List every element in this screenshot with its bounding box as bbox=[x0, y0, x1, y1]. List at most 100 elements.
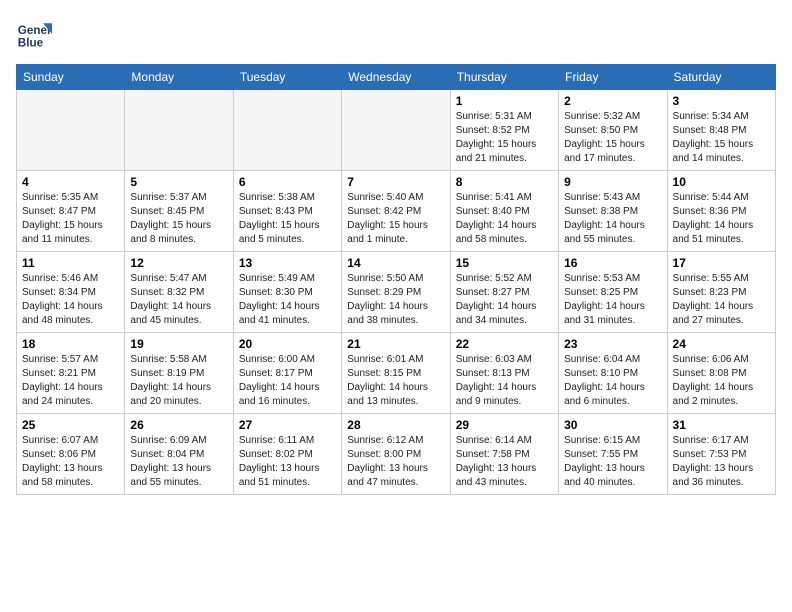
day-number: 4 bbox=[22, 175, 119, 189]
calendar-day-cell: 5 Sunrise: 5:37 AM Sunset: 8:45 PM Daylig… bbox=[125, 171, 233, 252]
calendar-day-cell: 1 Sunrise: 5:31 AM Sunset: 8:52 PM Daylig… bbox=[450, 90, 558, 171]
day-number: 24 bbox=[673, 337, 770, 351]
day-of-week-header: Saturday bbox=[667, 65, 775, 90]
calendar-day-cell: 4 Sunrise: 5:35 AM Sunset: 8:47 PM Daylig… bbox=[17, 171, 125, 252]
day-detail: Sunrise: 5:31 AM Sunset: 8:52 PM Dayligh… bbox=[456, 110, 553, 166]
day-detail: Sunrise: 5:49 AM Sunset: 8:30 PM Dayligh… bbox=[239, 272, 336, 328]
page-header: General Blue bbox=[16, 16, 776, 52]
day-number: 19 bbox=[130, 337, 227, 351]
calendar-day-cell: 14 Sunrise: 5:50 AM Sunset: 8:29 PM Dayli… bbox=[342, 252, 450, 333]
day-detail: Sunrise: 5:34 AM Sunset: 8:48 PM Dayligh… bbox=[673, 110, 770, 166]
calendar-day-cell: 20Sunrise: 6:00 AM Sunset: 8:17 PM Dayli… bbox=[233, 333, 341, 414]
day-detail: Sunrise: 5:50 AM Sunset: 8:29 PM Dayligh… bbox=[347, 272, 444, 328]
calendar-day-cell bbox=[125, 90, 233, 171]
day-number: 16 bbox=[564, 256, 661, 270]
day-number: 8 bbox=[456, 175, 553, 189]
day-number: 18 bbox=[22, 337, 119, 351]
calendar-table: SundayMondayTuesdayWednesdayThursdayFrid… bbox=[16, 64, 776, 495]
day-detail: Sunrise: 6:15 AM Sunset: 7:55 PM Dayligh… bbox=[564, 434, 661, 490]
calendar-week-row: 11Sunrise: 5:46 AM Sunset: 8:34 PM Dayli… bbox=[17, 252, 776, 333]
day-number: 1 bbox=[456, 94, 553, 108]
day-number: 15 bbox=[456, 256, 553, 270]
calendar-day-cell: 11Sunrise: 5:46 AM Sunset: 8:34 PM Dayli… bbox=[17, 252, 125, 333]
day-number: 29 bbox=[456, 418, 553, 432]
calendar-day-cell: 19 Sunrise: 5:58 AM Sunset: 8:19 PM Dayli… bbox=[125, 333, 233, 414]
day-detail: Sunrise: 6:04 AM Sunset: 8:10 PM Dayligh… bbox=[564, 353, 661, 409]
calendar-day-cell: 8 Sunrise: 5:41 AM Sunset: 8:40 PM Daylig… bbox=[450, 171, 558, 252]
calendar-day-cell: 16 Sunrise: 5:53 AM Sunset: 8:25 PM Dayli… bbox=[559, 252, 667, 333]
calendar-day-cell: 31 Sunrise: 6:17 AM Sunset: 7:53 PM Dayli… bbox=[667, 414, 775, 495]
day-number: 21 bbox=[347, 337, 444, 351]
calendar-header-row: SundayMondayTuesdayWednesdayThursdayFrid… bbox=[17, 65, 776, 90]
calendar-day-cell: 10 Sunrise: 5:44 AM Sunset: 8:36 PM Dayli… bbox=[667, 171, 775, 252]
day-detail: Sunrise: 5:58 AM Sunset: 8:19 PM Dayligh… bbox=[130, 353, 227, 409]
calendar-day-cell: 2 Sunrise: 5:32 AM Sunset: 8:50 PM Daylig… bbox=[559, 90, 667, 171]
day-detail: Sunrise: 5:41 AM Sunset: 8:40 PM Dayligh… bbox=[456, 191, 553, 247]
day-detail: Sunrise: 6:07 AM Sunset: 8:06 PM Dayligh… bbox=[22, 434, 119, 490]
calendar-day-cell: 3 Sunrise: 5:34 AM Sunset: 8:48 PM Daylig… bbox=[667, 90, 775, 171]
day-detail: Sunrise: 6:09 AM Sunset: 8:04 PM Dayligh… bbox=[130, 434, 227, 490]
day-detail: Sunrise: 6:03 AM Sunset: 8:13 PM Dayligh… bbox=[456, 353, 553, 409]
day-detail: Sunrise: 5:32 AM Sunset: 8:50 PM Dayligh… bbox=[564, 110, 661, 166]
calendar-day-cell: 30 Sunrise: 6:15 AM Sunset: 7:55 PM Dayli… bbox=[559, 414, 667, 495]
logo: General Blue bbox=[16, 16, 52, 52]
calendar-day-cell bbox=[342, 90, 450, 171]
day-of-week-header: Sunday bbox=[17, 65, 125, 90]
day-detail: Sunrise: 6:00 AM Sunset: 8:17 PM Dayligh… bbox=[239, 353, 336, 409]
calendar-day-cell: 24 Sunrise: 6:06 AM Sunset: 8:08 PM Dayli… bbox=[667, 333, 775, 414]
calendar-day-cell: 25 Sunrise: 6:07 AM Sunset: 8:06 PM Dayli… bbox=[17, 414, 125, 495]
calendar-day-cell: 21Sunrise: 6:01 AM Sunset: 8:15 PM Dayli… bbox=[342, 333, 450, 414]
day-number: 26 bbox=[130, 418, 227, 432]
logo-icon: General Blue bbox=[16, 16, 52, 52]
calendar-day-cell: 29 Sunrise: 6:14 AM Sunset: 7:58 PM Dayli… bbox=[450, 414, 558, 495]
day-number: 22 bbox=[456, 337, 553, 351]
day-detail: Sunrise: 6:11 AM Sunset: 8:02 PM Dayligh… bbox=[239, 434, 336, 490]
day-detail: Sunrise: 5:55 AM Sunset: 8:23 PM Dayligh… bbox=[673, 272, 770, 328]
calendar-day-cell: 6Sunrise: 5:38 AM Sunset: 8:43 PM Daylig… bbox=[233, 171, 341, 252]
day-number: 9 bbox=[564, 175, 661, 189]
day-of-week-header: Wednesday bbox=[342, 65, 450, 90]
day-number: 10 bbox=[673, 175, 770, 189]
day-detail: Sunrise: 6:17 AM Sunset: 7:53 PM Dayligh… bbox=[673, 434, 770, 490]
day-number: 7 bbox=[347, 175, 444, 189]
day-detail: Sunrise: 5:53 AM Sunset: 8:25 PM Dayligh… bbox=[564, 272, 661, 328]
calendar-day-cell: 23Sunrise: 6:04 AM Sunset: 8:10 PM Dayli… bbox=[559, 333, 667, 414]
calendar-day-cell: 27 Sunrise: 6:11 AM Sunset: 8:02 PM Dayli… bbox=[233, 414, 341, 495]
day-of-week-header: Monday bbox=[125, 65, 233, 90]
day-number: 12 bbox=[130, 256, 227, 270]
calendar-day-cell: 13 Sunrise: 5:49 AM Sunset: 8:30 PM Dayli… bbox=[233, 252, 341, 333]
day-detail: Sunrise: 5:40 AM Sunset: 8:42 PM Dayligh… bbox=[347, 191, 444, 247]
calendar-day-cell: 17Sunrise: 5:55 AM Sunset: 8:23 PM Dayli… bbox=[667, 252, 775, 333]
calendar-day-cell: 22 Sunrise: 6:03 AM Sunset: 8:13 PM Dayli… bbox=[450, 333, 558, 414]
day-detail: Sunrise: 6:06 AM Sunset: 8:08 PM Dayligh… bbox=[673, 353, 770, 409]
day-detail: Sunrise: 6:12 AM Sunset: 8:00 PM Dayligh… bbox=[347, 434, 444, 490]
calendar-day-cell: 18Sunrise: 5:57 AM Sunset: 8:21 PM Dayli… bbox=[17, 333, 125, 414]
day-number: 28 bbox=[347, 418, 444, 432]
day-number: 30 bbox=[564, 418, 661, 432]
day-of-week-header: Thursday bbox=[450, 65, 558, 90]
day-number: 13 bbox=[239, 256, 336, 270]
calendar-day-cell bbox=[17, 90, 125, 171]
calendar-week-row: 18Sunrise: 5:57 AM Sunset: 8:21 PM Dayli… bbox=[17, 333, 776, 414]
day-detail: Sunrise: 5:43 AM Sunset: 8:38 PM Dayligh… bbox=[564, 191, 661, 247]
day-of-week-header: Tuesday bbox=[233, 65, 341, 90]
day-detail: Sunrise: 5:52 AM Sunset: 8:27 PM Dayligh… bbox=[456, 272, 553, 328]
calendar-day-cell: 15 Sunrise: 5:52 AM Sunset: 8:27 PM Dayli… bbox=[450, 252, 558, 333]
calendar-day-cell: 26 Sunrise: 6:09 AM Sunset: 8:04 PM Dayli… bbox=[125, 414, 233, 495]
day-detail: Sunrise: 5:35 AM Sunset: 8:47 PM Dayligh… bbox=[22, 191, 119, 247]
day-number: 31 bbox=[673, 418, 770, 432]
calendar-day-cell: 7 Sunrise: 5:40 AM Sunset: 8:42 PM Daylig… bbox=[342, 171, 450, 252]
day-number: 5 bbox=[130, 175, 227, 189]
day-number: 25 bbox=[22, 418, 119, 432]
day-detail: Sunrise: 5:44 AM Sunset: 8:36 PM Dayligh… bbox=[673, 191, 770, 247]
day-number: 27 bbox=[239, 418, 336, 432]
day-detail: Sunrise: 5:37 AM Sunset: 8:45 PM Dayligh… bbox=[130, 191, 227, 247]
day-detail: Sunrise: 5:47 AM Sunset: 8:32 PM Dayligh… bbox=[130, 272, 227, 328]
day-number: 2 bbox=[564, 94, 661, 108]
calendar-week-row: 25 Sunrise: 6:07 AM Sunset: 8:06 PM Dayli… bbox=[17, 414, 776, 495]
svg-text:Blue: Blue bbox=[18, 37, 44, 50]
day-number: 6 bbox=[239, 175, 336, 189]
day-detail: Sunrise: 6:14 AM Sunset: 7:58 PM Dayligh… bbox=[456, 434, 553, 490]
day-number: 14 bbox=[347, 256, 444, 270]
day-number: 3 bbox=[673, 94, 770, 108]
